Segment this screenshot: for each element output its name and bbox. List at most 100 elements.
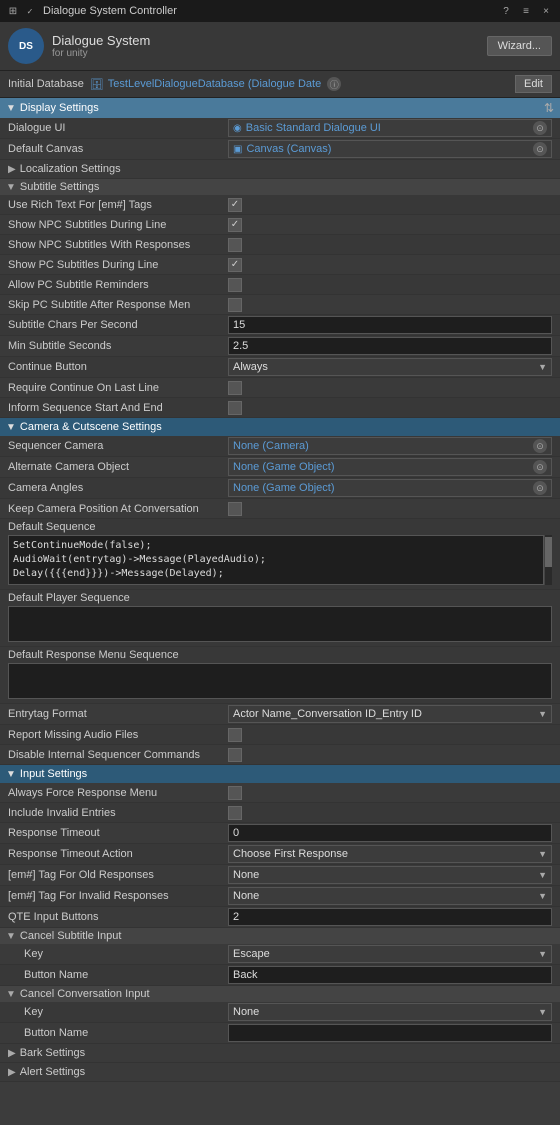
continue-button-dropdown[interactable]: Always ▼ — [228, 358, 552, 376]
skip-pc-subtitle-checkbox[interactable] — [228, 298, 242, 312]
help-icon[interactable]: ? — [498, 3, 514, 19]
menu-icon[interactable]: ≡ — [518, 3, 534, 19]
keep-camera-label: Keep Camera Position At Conversation — [8, 503, 228, 515]
require-continue-row: Require Continue On Last Line — [0, 378, 560, 398]
subtitle-chars-input[interactable] — [228, 316, 552, 334]
show-npc-during-checkbox[interactable] — [228, 218, 242, 232]
sequencer-camera-field[interactable]: None (Camera) ⊙ — [228, 437, 552, 455]
bark-settings-header[interactable]: ▶ Bark Settings — [0, 1044, 560, 1063]
default-canvas-value[interactable]: ▣ Canvas (Canvas) ⊙ — [228, 140, 552, 158]
sequencer-camera-text: None (Camera) — [233, 440, 531, 452]
default-canvas-field[interactable]: ▣ Canvas (Canvas) ⊙ — [228, 140, 552, 158]
continue-button-label: Continue Button — [8, 361, 228, 373]
show-npc-responses-row: Show NPC Subtitles With Responses — [0, 235, 560, 255]
always-force-label: Always Force Response Menu — [8, 787, 228, 799]
edit-button[interactable]: Edit — [515, 75, 552, 93]
show-pc-during-checkbox[interactable] — [228, 258, 242, 272]
subtitle-chars-row: Subtitle Chars Per Second — [0, 315, 560, 336]
use-rich-text-label: Use Rich Text For [em#] Tags — [8, 199, 228, 211]
camera-settings-arrow: ▼ — [6, 422, 16, 433]
cancel-subtitle-key-dropdown[interactable]: Escape ▼ — [228, 945, 552, 963]
skip-pc-subtitle-row: Skip PC Subtitle After Response Men — [0, 295, 560, 315]
input-settings-header[interactable]: ▼ Input Settings — [0, 765, 560, 783]
em-invalid-responses-dropdown[interactable]: None ▼ — [228, 887, 552, 905]
min-subtitle-seconds-input[interactable] — [228, 337, 552, 355]
default-player-sequence-textarea[interactable] — [8, 606, 552, 642]
display-settings-header[interactable]: ▼ Display Settings ⇅ — [0, 98, 560, 118]
report-missing-audio-row: Report Missing Audio Files — [0, 725, 560, 745]
inform-sequence-checkbox[interactable] — [228, 401, 242, 415]
continue-button-row: Continue Button Always ▼ — [0, 357, 560, 378]
report-missing-audio-label: Report Missing Audio Files — [8, 729, 228, 741]
alternate-camera-info[interactable]: ⊙ — [533, 460, 547, 474]
alternate-camera-field[interactable]: None (Game Object) ⊙ — [228, 458, 552, 476]
report-missing-audio-checkbox[interactable] — [228, 728, 242, 742]
allow-pc-reminders-label: Allow PC Subtitle Reminders — [8, 279, 228, 291]
em-old-responses-arrow: ▼ — [538, 870, 547, 880]
require-continue-checkbox[interactable] — [228, 381, 242, 395]
inform-sequence-label: Inform Sequence Start And End — [8, 402, 228, 414]
response-timeout-action-arrow: ▼ — [538, 849, 547, 859]
cancel-conversation-key-dropdown[interactable]: None ▼ — [228, 1003, 552, 1021]
camera-angles-field[interactable]: None (Game Object) ⊙ — [228, 479, 552, 497]
cancel-subtitle-button-input[interactable] — [228, 966, 552, 984]
min-subtitle-seconds-label: Min Subtitle Seconds — [8, 340, 228, 352]
cancel-conversation-button-row: Button Name — [0, 1023, 560, 1044]
entrytag-format-label: Entrytag Format — [8, 708, 228, 720]
dialogue-ui-info[interactable]: ⊙ — [533, 121, 547, 135]
entrytag-format-arrow: ▼ — [538, 709, 547, 719]
always-force-checkbox[interactable] — [228, 786, 242, 800]
alert-settings-header[interactable]: ▶ Alert Settings — [0, 1063, 560, 1082]
localization-label: Localization Settings — [20, 163, 121, 175]
dialogue-ui-value[interactable]: ◉ Basic Standard Dialogue UI ⊙ — [228, 119, 552, 137]
keep-camera-checkbox[interactable] — [228, 502, 242, 516]
response-timeout-label: Response Timeout — [8, 827, 228, 839]
default-sequence-scrollbar[interactable] — [544, 535, 552, 585]
default-sequence-textarea[interactable]: SetContinueMode(false); AudioWait(entryt… — [8, 535, 544, 585]
min-subtitle-seconds-row: Min Subtitle Seconds — [0, 336, 560, 357]
cancel-conversation-input-header[interactable]: ▼ Cancel Conversation Input — [0, 986, 560, 1002]
database-info-icon[interactable]: ⓘ — [327, 77, 341, 91]
alternate-camera-label: Alternate Camera Object — [8, 461, 228, 473]
camera-angles-info[interactable]: ⊙ — [533, 481, 547, 495]
wizard-button[interactable]: Wizard... — [487, 36, 552, 56]
sequencer-camera-info[interactable]: ⊙ — [533, 439, 547, 453]
show-npc-responses-checkbox[interactable] — [228, 238, 242, 252]
default-canvas-info[interactable]: ⊙ — [533, 142, 547, 156]
default-response-menu-sequence-textarea[interactable] — [8, 663, 552, 699]
camera-angles-label: Camera Angles — [8, 482, 228, 494]
dialogue-ui-field[interactable]: ◉ Basic Standard Dialogue UI ⊙ — [228, 119, 552, 137]
camera-settings-header[interactable]: ▼ Camera & Cutscene Settings — [0, 418, 560, 436]
title-bar-actions: ? ≡ × — [498, 3, 554, 19]
dialogue-ui-icon: ◉ — [233, 123, 242, 134]
database-value-text: TestLevelDialogueDatabase (Dialogue Date — [108, 78, 321, 90]
default-response-menu-sequence-label: Default Response Menu Sequence — [8, 649, 552, 661]
response-timeout-input[interactable] — [228, 824, 552, 842]
response-timeout-action-label: Response Timeout Action — [8, 848, 228, 860]
allow-pc-reminders-checkbox[interactable] — [228, 278, 242, 292]
response-timeout-action-value: Choose First Response — [233, 848, 348, 860]
alternate-camera-row: Alternate Camera Object None (Game Objec… — [0, 457, 560, 478]
database-label: Initial Database — [8, 78, 84, 90]
qte-input-buttons-input[interactable] — [228, 908, 552, 926]
default-canvas-row: Default Canvas ▣ Canvas (Canvas) ⊙ — [0, 139, 560, 160]
entrytag-format-dropdown[interactable]: Actor Name_Conversation ID_Entry ID ▼ — [228, 705, 552, 723]
em-old-responses-dropdown[interactable]: None ▼ — [228, 866, 552, 884]
sequencer-camera-row: Sequencer Camera None (Camera) ⊙ — [0, 436, 560, 457]
include-invalid-checkbox[interactable] — [228, 806, 242, 820]
use-rich-text-checkbox[interactable] — [228, 198, 242, 212]
close-icon[interactable]: × — [538, 3, 554, 19]
alternate-camera-text: None (Game Object) — [233, 461, 531, 473]
entrytag-format-row: Entrytag Format Actor Name_Conversation … — [0, 704, 560, 725]
disable-internal-sequencer-checkbox[interactable] — [228, 748, 242, 762]
title-bar: ⊞ ✓ Dialogue System Controller ? ≡ × — [0, 0, 560, 22]
localization-settings-header[interactable]: ▶ Localization Settings — [0, 160, 560, 179]
dialogue-ui-label: Dialogue UI — [8, 122, 228, 134]
response-timeout-action-dropdown[interactable]: Choose First Response ▼ — [228, 845, 552, 863]
cancel-conversation-key-label: Key — [8, 1006, 228, 1018]
cancel-subtitle-input-header[interactable]: ▼ Cancel Subtitle Input — [0, 928, 560, 944]
subtitle-settings-header[interactable]: ▼ Subtitle Settings — [0, 179, 560, 195]
default-response-menu-sequence-row: Default Response Menu Sequence — [0, 647, 560, 704]
cancel-conversation-input-arrow: ▼ — [6, 989, 16, 1000]
cancel-conversation-button-input[interactable] — [228, 1024, 552, 1042]
